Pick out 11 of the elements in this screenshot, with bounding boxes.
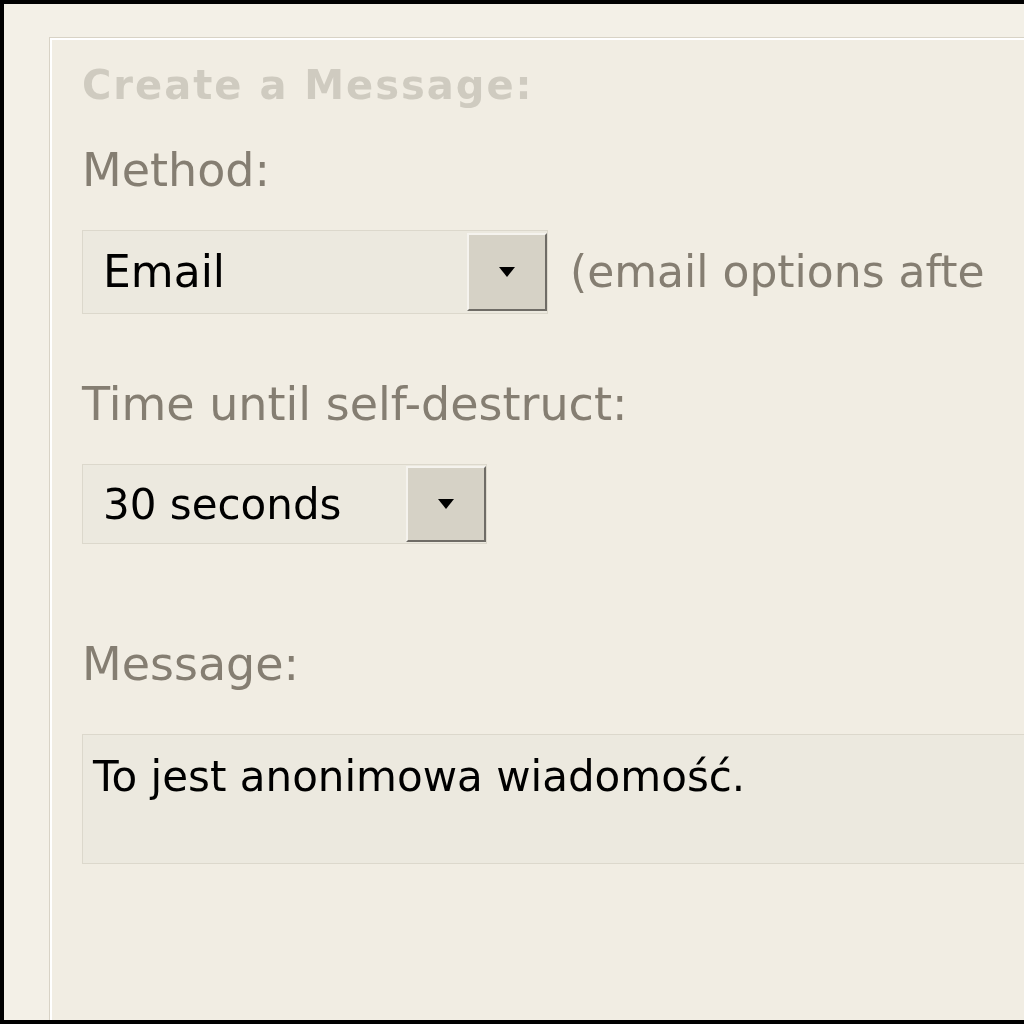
message-textarea[interactable]: To jest anonimowa wiadomość. bbox=[82, 734, 1024, 864]
hint-text: (email options afte bbox=[570, 245, 985, 299]
timer-dropdown[interactable]: 30 seconds bbox=[82, 464, 487, 544]
dropdown-button[interactable] bbox=[406, 466, 486, 542]
dropdown-button[interactable] bbox=[467, 233, 547, 311]
field-label: Message: bbox=[82, 636, 301, 693]
field-label: Time until self-destruct: bbox=[82, 376, 629, 433]
caret-icon bbox=[499, 267, 515, 277]
method-dropdown[interactable]: Email bbox=[82, 230, 548, 314]
field-label: Method: bbox=[82, 142, 272, 199]
caret-icon bbox=[438, 499, 454, 509]
